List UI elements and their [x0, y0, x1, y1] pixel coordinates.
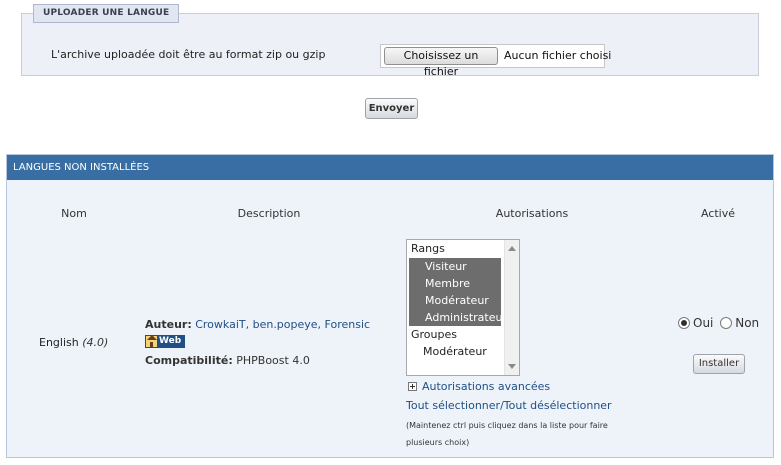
- compatibility-value: PHPBoost 4.0: [236, 354, 310, 367]
- table-title: LANGUES NON INSTALLÉES: [7, 155, 773, 180]
- col-header-active: Activé: [700, 207, 736, 220]
- listbox-group-groupes[interactable]: Groupes: [407, 326, 503, 343]
- col-header-permissions: Autorisations: [495, 207, 569, 220]
- file-input[interactable]: Choisissez un fichier Aucun fichier choi…: [380, 44, 611, 78]
- listbox-scrollbar[interactable]: [504, 240, 519, 375]
- file-status-text: Aucun fichier choisi: [504, 49, 612, 62]
- radio-yes-label[interactable]: Oui: [693, 316, 713, 330]
- language-version: (4.0): [82, 336, 109, 349]
- upload-format-label: L'archive uploadée doit être au format z…: [51, 48, 326, 61]
- listbox-option-moderateur[interactable]: Modérateur: [409, 292, 501, 309]
- advanced-permissions-label: Autorisations avancées: [422, 380, 551, 393]
- language-name: English (4.0): [39, 336, 108, 349]
- compatibility-label: Compatibilité:: [145, 354, 233, 367]
- language-name-text: English: [39, 336, 79, 349]
- col-header-description: Description: [237, 207, 301, 220]
- upload-legend: UPLOADER UNE LANGUE: [33, 4, 180, 23]
- web-link-label: Web: [159, 336, 182, 346]
- send-button[interactable]: Envoyer: [365, 98, 418, 119]
- compatibility-line: Compatibilité: PHPBoost 4.0: [145, 354, 310, 367]
- plus-box-icon: [408, 382, 417, 391]
- permissions-listbox[interactable]: Rangs Visiteur Membre Modérateur Adminis…: [406, 239, 520, 376]
- multi-select-hint: (Maintenez ctrl puis cliquez dans la lis…: [406, 421, 608, 447]
- col-header-name: Nom: [61, 207, 87, 220]
- radio-yes[interactable]: [678, 317, 690, 329]
- advanced-permissions-link[interactable]: Autorisations avancées: [408, 380, 550, 393]
- author-value: CrowkaiT, ben.popeye, Forensic: [195, 318, 371, 331]
- listbox-option-membre[interactable]: Membre: [409, 275, 501, 292]
- listbox-group-rangs[interactable]: Rangs: [407, 240, 503, 257]
- listbox-option-groupe-moderateur[interactable]: Modérateur: [407, 343, 503, 360]
- author-label: Auteur:: [145, 318, 192, 331]
- scroll-up-arrow-icon[interactable]: [508, 246, 516, 251]
- select-all-link[interactable]: Tout sélectionner/Tout désélectionner: [406, 399, 612, 412]
- author-line: Auteur: CrowkaiT, ben.popeye, Forensic: [145, 318, 370, 331]
- listbox-option-administrateur[interactable]: Administrateur: [409, 309, 507, 326]
- active-radio-group: Oui Non: [678, 316, 759, 330]
- uninstalled-languages-table: LANGUES NON INSTALLÉES Nom Description A…: [6, 154, 774, 458]
- choose-file-button[interactable]: Choisissez un fichier: [384, 47, 498, 78]
- home-icon: [146, 335, 157, 347]
- scroll-down-arrow-icon[interactable]: [508, 364, 516, 369]
- listbox-option-visiteur[interactable]: Visiteur: [409, 258, 501, 275]
- install-button[interactable]: Installer: [693, 354, 745, 374]
- web-link[interactable]: Web: [145, 335, 185, 348]
- radio-no[interactable]: [720, 317, 733, 329]
- radio-no-label[interactable]: Non: [735, 316, 759, 330]
